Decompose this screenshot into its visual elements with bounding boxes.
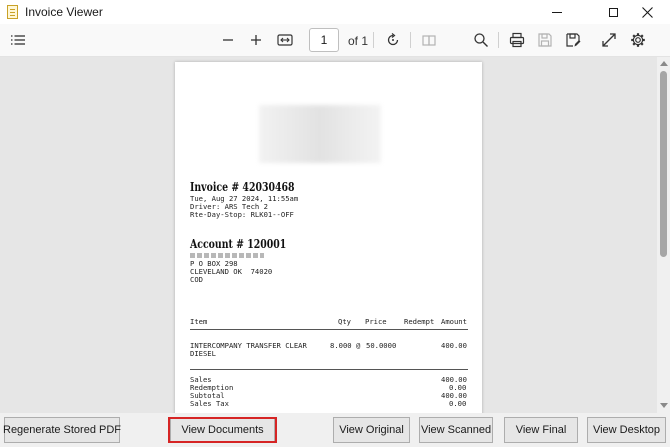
- scroll-up-icon[interactable]: [660, 61, 668, 66]
- header-rule: [190, 329, 468, 330]
- close-icon: [641, 6, 653, 18]
- regenerate-pdf-button[interactable]: Regenerate Stored PDF: [3, 417, 121, 443]
- column-price: Price: [365, 317, 387, 326]
- title-bar: Invoice Viewer: [0, 0, 670, 24]
- list-icon[interactable]: [7, 29, 29, 51]
- close-button[interactable]: [624, 0, 670, 24]
- view-final-button[interactable]: View Final: [504, 417, 578, 443]
- invoice-route: Rte-Day-Stop: RLK01--OFF: [190, 210, 294, 219]
- view-desktop-button[interactable]: View Desktop: [587, 417, 666, 443]
- blurred-logo: [259, 105, 381, 163]
- column-qty: Qty: [338, 317, 351, 326]
- line-item-qty: 8.000 @: [330, 341, 361, 350]
- invoice-page: Invoice # 42030468 Tue, Aug 27 2024, 11:…: [175, 62, 482, 413]
- column-item: Item: [190, 317, 208, 326]
- line-item-description-2: DIESEL: [190, 349, 216, 358]
- redacted-account-name: [190, 253, 264, 258]
- invoice-number-heading: Invoice # 42030468: [190, 180, 295, 194]
- save-as-icon[interactable]: [562, 29, 584, 51]
- items-rule: [190, 369, 468, 370]
- settings-icon[interactable]: [627, 29, 649, 51]
- highlight-box: [168, 417, 277, 443]
- toolbar-separator: [373, 32, 374, 48]
- view-scanned-button[interactable]: View Scanned: [419, 417, 493, 443]
- app-document-icon: [7, 5, 18, 19]
- page-count-label: of 1: [348, 34, 369, 48]
- zoom-in-icon[interactable]: [245, 29, 267, 51]
- fullscreen-icon[interactable]: [598, 29, 620, 51]
- toolbar-separator: [498, 32, 499, 48]
- total-value: 0.00: [449, 399, 467, 408]
- rotate-icon[interactable]: [382, 29, 404, 51]
- fit-width-icon[interactable]: [274, 29, 296, 51]
- minimize-icon: [552, 11, 562, 13]
- maximize-icon: [608, 7, 618, 17]
- column-amount: Amount: [441, 317, 467, 326]
- save-icon[interactable]: [534, 29, 556, 51]
- vertical-scrollbar[interactable]: [657, 57, 670, 413]
- two-page-icon[interactable]: [418, 29, 440, 51]
- zoom-out-icon[interactable]: [217, 29, 239, 51]
- payment-terms: COD: [190, 275, 203, 284]
- document-viewport[interactable]: Invoice # 42030468 Tue, Aug 27 2024, 11:…: [0, 57, 670, 413]
- line-item-amount: 400.00: [441, 341, 467, 350]
- toolbar-separator: [410, 32, 411, 48]
- column-redempt: Redempt: [404, 317, 435, 326]
- scroll-down-icon[interactable]: [660, 403, 668, 408]
- page-number-input[interactable]: [309, 28, 339, 52]
- window-title: Invoice Viewer: [25, 5, 103, 19]
- scroll-thumb[interactable]: [660, 71, 667, 257]
- print-icon[interactable]: [506, 29, 528, 51]
- search-icon[interactable]: [470, 29, 492, 51]
- view-original-button[interactable]: View Original: [333, 417, 410, 443]
- total-label: Sales Tax: [190, 399, 229, 408]
- account-number-heading: Account # 120001: [190, 237, 287, 251]
- minimize-button[interactable]: [534, 0, 580, 24]
- line-item-price: 50.0000: [366, 341, 397, 350]
